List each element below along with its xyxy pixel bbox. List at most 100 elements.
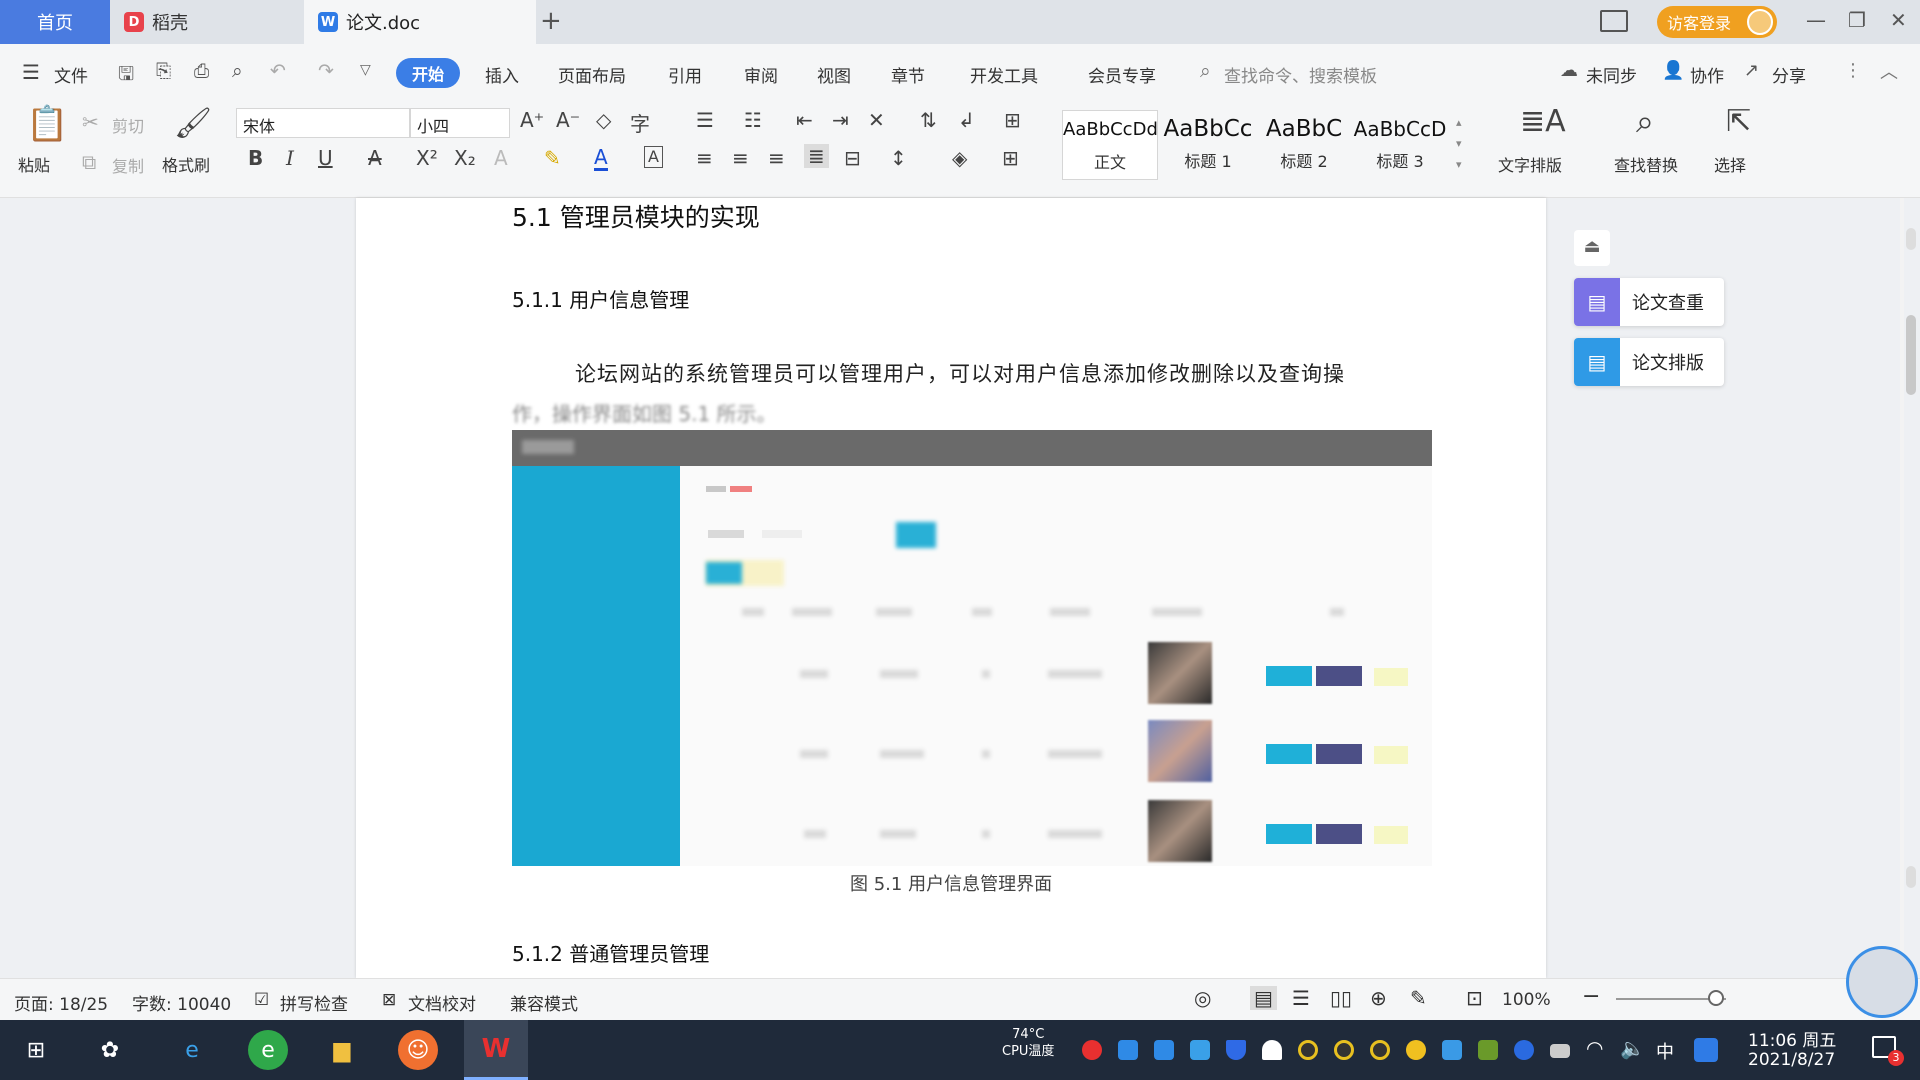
highlight-icon[interactable]: ✎ — [544, 146, 561, 170]
menu-insert[interactable]: 插入 — [485, 62, 519, 87]
clock-time[interactable]: 11:06 周五 — [1748, 1026, 1836, 1051]
style-heading-1[interactable]: AaBbCc 标题 1 — [1160, 110, 1256, 180]
style-heading-2[interactable]: AaBbC 标题 2 — [1256, 110, 1352, 180]
outline-view-icon[interactable]: ☰ — [1292, 986, 1310, 1010]
ime-indicator[interactable]: 中 — [1656, 1038, 1674, 1064]
tray-app-icon[interactable] — [1118, 1040, 1138, 1060]
notification-bell-icon[interactable] — [1262, 1040, 1282, 1060]
superscript-icon[interactable]: X² — [416, 146, 438, 170]
tab-home[interactable]: 首页 — [0, 0, 110, 44]
chinese-layout-icon[interactable]: ✕ — [868, 108, 885, 132]
menu-start[interactable]: 开始 — [396, 58, 460, 88]
show-marks-icon[interactable]: ↲ — [958, 108, 975, 132]
font-name-select[interactable]: 宋体 — [236, 108, 410, 138]
tray-app-icon[interactable] — [1154, 1040, 1174, 1060]
shading-icon[interactable]: ◈ — [952, 146, 967, 170]
copy-button[interactable]: 复制 — [112, 153, 144, 177]
export-icon[interactable]: ⎘ — [156, 60, 171, 82]
share-button[interactable]: 分享 — [1772, 62, 1806, 87]
find-replace-button[interactable]: 查找替换 — [1614, 152, 1678, 176]
select-button[interactable]: 选择 — [1714, 152, 1746, 176]
menu-view[interactable]: 视图 — [817, 62, 851, 87]
reading-view-icon[interactable]: ▯▯ — [1330, 986, 1352, 1010]
align-left-icon[interactable]: ≡ — [696, 146, 713, 170]
menu-member[interactable]: 会员专享 — [1088, 62, 1156, 87]
ie-browser-icon[interactable]: e — [172, 1030, 212, 1070]
layout-toggle-icon[interactable] — [1600, 10, 1628, 32]
qq-icon[interactable] — [1370, 1040, 1390, 1060]
page-view-icon[interactable]: ▤ — [1250, 986, 1277, 1010]
clear-format-icon[interactable]: ◇ — [596, 108, 611, 132]
subscript-icon[interactable]: X₂ — [454, 146, 476, 170]
sort-icon[interactable]: ⇅ — [920, 108, 937, 132]
menu-file[interactable]: 文件 — [54, 62, 88, 87]
distribute-icon[interactable]: ⊟ — [844, 146, 861, 170]
increase-indent-icon[interactable]: ⇥ — [832, 108, 849, 132]
line-spacing-icon[interactable]: ↕ — [890, 146, 907, 170]
borders-icon[interactable]: ⊞ — [1002, 146, 1019, 170]
app-orange-icon[interactable]: ☺ — [398, 1030, 438, 1070]
restore-icon[interactable]: ❐ — [1848, 8, 1866, 32]
text-layout-button[interactable]: 文字排版 — [1498, 152, 1562, 176]
word-count[interactable]: 字数: 10040 — [132, 990, 231, 1015]
proofread-button[interactable]: 文档校对 — [408, 990, 476, 1015]
style-normal[interactable]: AaBbCcDd 正文 — [1062, 110, 1158, 180]
more-icon[interactable]: ⋮ — [1844, 60, 1862, 81]
wps-taskbar-button[interactable]: W — [464, 1020, 528, 1080]
tab-daoke[interactable]: D 稻壳 — [110, 0, 300, 44]
align-right-icon[interactable]: ≡ — [768, 146, 785, 170]
web-view-icon[interactable]: ⊕ — [1370, 986, 1387, 1010]
assistant-bot-icon[interactable] — [1846, 946, 1918, 1018]
menu-reference[interactable]: 引用 — [668, 62, 702, 87]
scrollbar-thumb[interactable] — [1906, 315, 1916, 395]
visitor-login-button[interactable]: 访客登录 — [1657, 6, 1777, 38]
font-color-icon[interactable]: A — [594, 146, 608, 171]
tab-ruler-icon[interactable]: ⊞ — [1004, 108, 1021, 132]
spellcheck-button[interactable]: 拼写检查 — [280, 990, 348, 1015]
bold-icon[interactable]: B — [248, 146, 263, 170]
text-effect-icon[interactable]: A — [494, 146, 508, 170]
command-search-input[interactable]: 查找命令、搜索模板 — [1224, 62, 1377, 87]
volume-icon[interactable]: 🔈 — [1620, 1036, 1645, 1060]
decrease-indent-icon[interactable]: ⇤ — [796, 108, 813, 132]
tray-app-icon[interactable] — [1082, 1040, 1102, 1060]
bullet-list-icon[interactable]: ☰ — [696, 108, 714, 132]
grow-font-icon[interactable]: A⁺ — [520, 108, 544, 132]
tray-app-icon[interactable] — [1190, 1040, 1210, 1060]
style-scroll-icon[interactable]: ▴ ▾ ▾ — [1456, 112, 1462, 175]
tab-document[interactable]: W 论文.doc — [304, 0, 536, 44]
sync-status[interactable]: 未同步 — [1586, 62, 1637, 87]
hamburger-icon[interactable]: ☰ — [22, 60, 40, 84]
eye-protect-icon[interactable]: ◎ — [1194, 986, 1211, 1010]
panel-collapse-icon[interactable]: ⏏ — [1574, 230, 1610, 266]
wifi-icon[interactable]: ◠ — [1586, 1036, 1603, 1060]
save-icon[interactable]: 🖫 — [118, 60, 134, 92]
minimize-icon[interactable]: — — [1806, 8, 1826, 32]
undo-icon[interactable]: ↶ — [270, 60, 286, 82]
numbered-list-icon[interactable]: ☷ — [744, 108, 762, 132]
new-tab-button[interactable]: + — [540, 6, 562, 36]
print-preview-icon[interactable]: ⌕ — [232, 60, 243, 82]
windows-start-icon[interactable]: ⊞ — [16, 1030, 56, 1070]
qq-icon[interactable] — [1298, 1040, 1318, 1060]
page-count[interactable]: 页面: 18/25 — [14, 990, 108, 1015]
menu-chapter[interactable]: 章节 — [891, 62, 925, 87]
write-mode-icon[interactable]: ✎ — [1410, 986, 1427, 1010]
char-border-icon[interactable]: A — [644, 146, 663, 168]
search-q-icon[interactable] — [1694, 1038, 1718, 1062]
shrink-font-icon[interactable]: A⁻ — [556, 108, 580, 132]
strikethrough-icon[interactable]: A — [368, 146, 382, 170]
style-heading-3[interactable]: AaBbCcD 标题 3 — [1352, 110, 1448, 180]
menu-devtools[interactable]: 开发工具 — [970, 62, 1038, 87]
nvidia-icon[interactable] — [1478, 1040, 1498, 1060]
menu-layout[interactable]: 页面布局 — [558, 62, 626, 87]
thesis-format-button[interactable]: ▤ 论文排版 — [1574, 338, 1724, 386]
cut-button[interactable]: 剪切 — [112, 113, 144, 137]
menu-review[interactable]: 审阅 — [744, 62, 778, 87]
qq-icon[interactable] — [1334, 1040, 1354, 1060]
paste-icon[interactable]: 📋 — [26, 104, 68, 144]
zoom-out-icon[interactable]: − — [1582, 984, 1600, 1009]
scroll-up-handle[interactable] — [1906, 228, 1916, 250]
pinyin-icon[interactable]: 字 — [630, 108, 650, 137]
fit-page-icon[interactable]: ⊡ — [1466, 986, 1483, 1010]
